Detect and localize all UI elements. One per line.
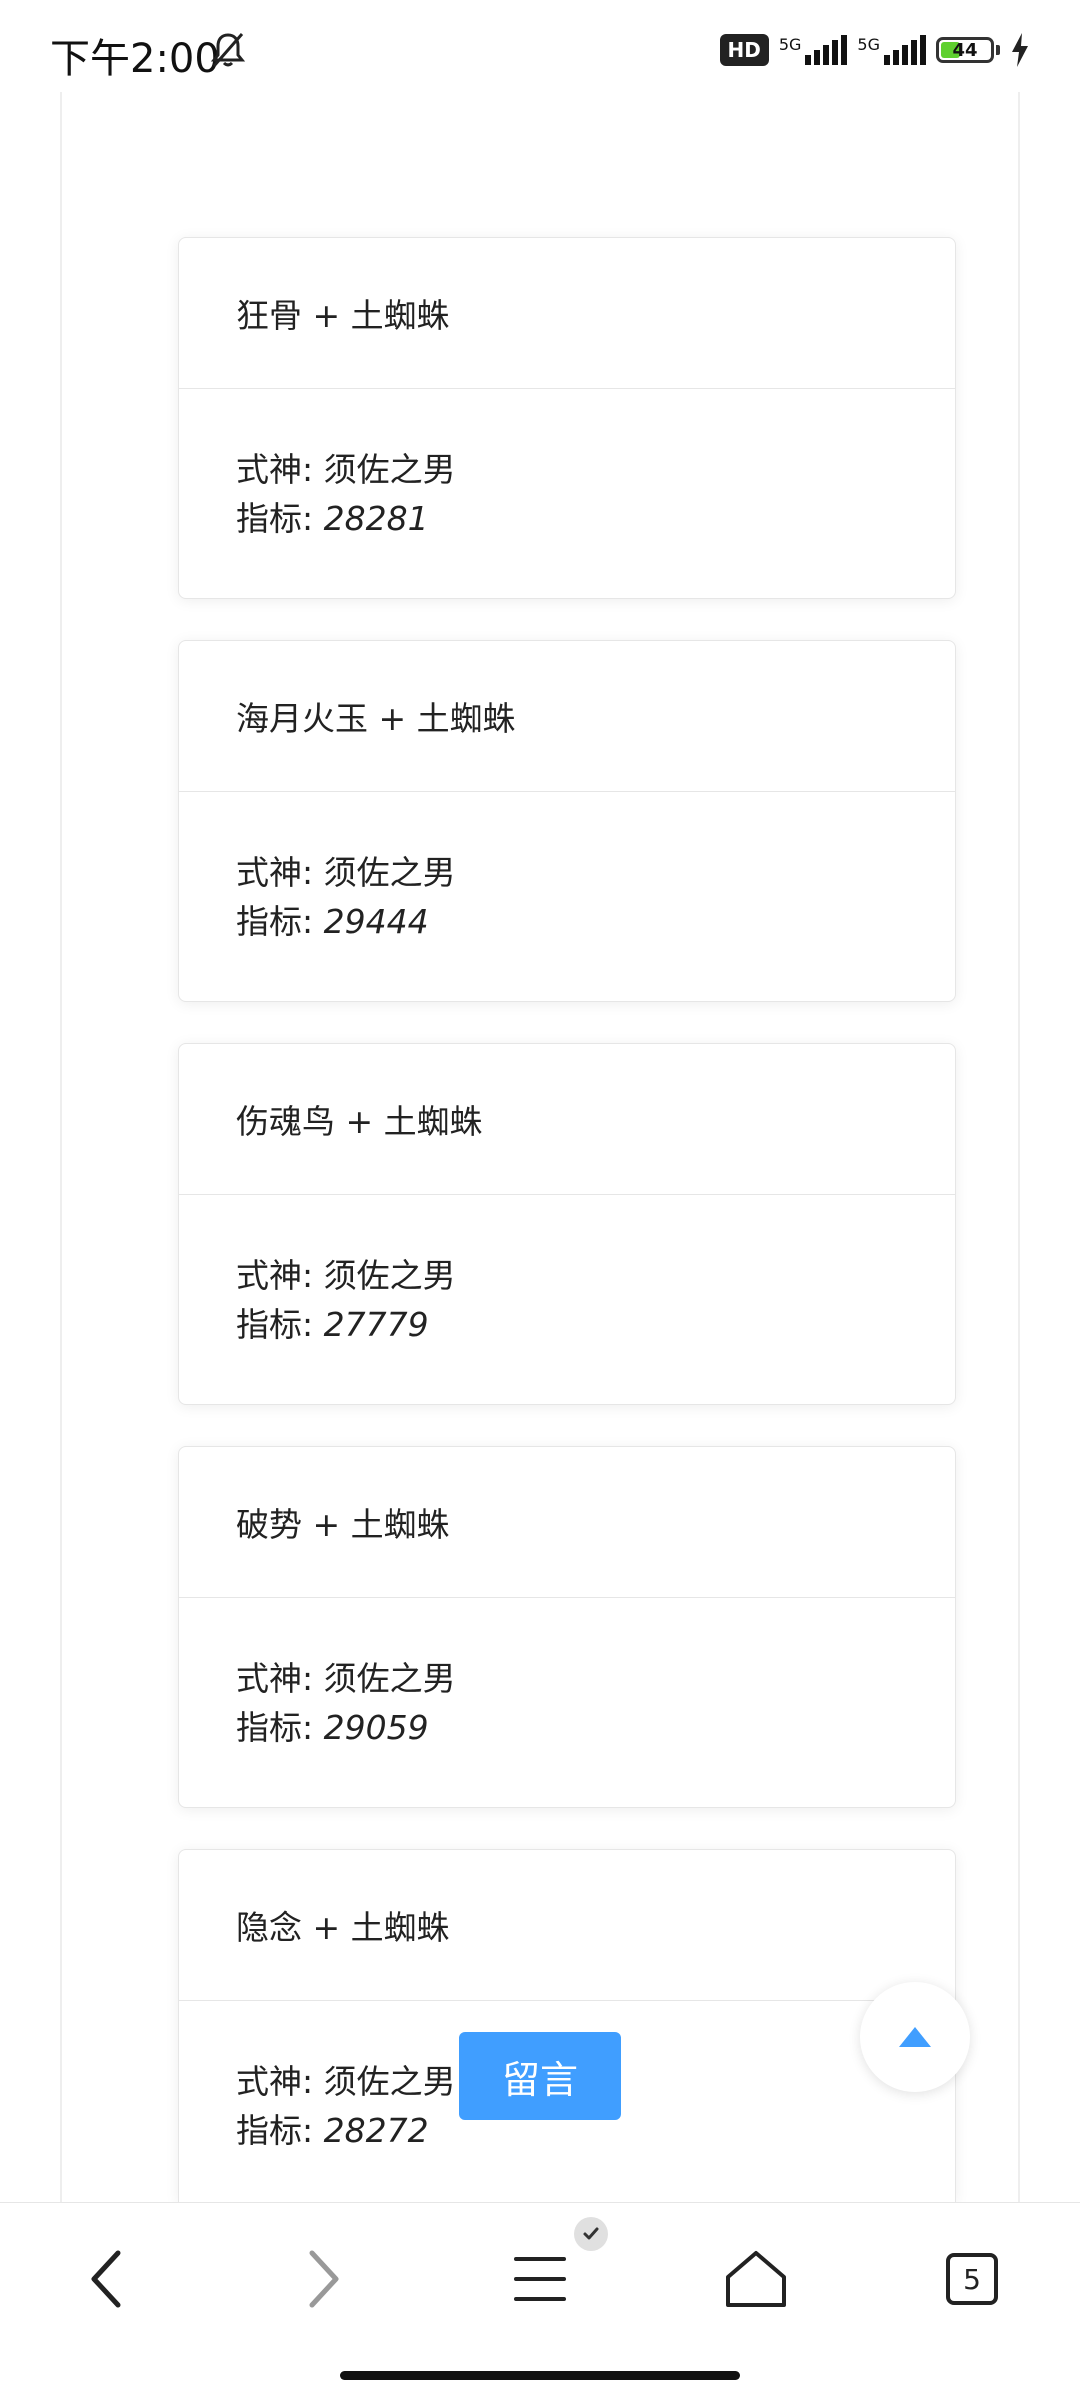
charging-bolt-icon — [1012, 33, 1028, 67]
back-button[interactable] — [66, 2239, 146, 2319]
shikigami-line: 式神: 须佐之男 — [236, 445, 955, 494]
metric-value: 29059 — [323, 1708, 429, 1747]
shikigami-value: 须佐之男 — [323, 1256, 456, 1295]
shikigami-value: 须佐之男 — [323, 1659, 456, 1698]
menu-icon — [514, 2257, 566, 2301]
shikigami-value: 须佐之男 — [323, 853, 456, 892]
back-to-top-button[interactable] — [860, 1982, 970, 2092]
chevron-right-icon — [309, 2250, 339, 2308]
bell-muted-icon — [210, 33, 246, 67]
metric-label: 指标: — [236, 2111, 324, 2150]
check-icon — [574, 2217, 608, 2251]
combo-card: 海月火玉 + 土蜘蛛 式神: 须佐之男 指标: 29444 — [178, 640, 956, 1002]
card-title: 隐念 + 土蜘蛛 — [179, 1850, 955, 2001]
shikigami-line: 式神: 须佐之男 — [236, 1251, 955, 1300]
combo-card: 狂骨 + 土蜘蛛 式神: 须佐之男 指标: 28281 — [178, 237, 956, 599]
tab-count: 5 — [946, 2253, 998, 2305]
shikigami-label: 式神: — [236, 1659, 324, 1698]
network-type-label: 5G — [857, 35, 880, 54]
shikigami-label: 式神: — [236, 450, 324, 489]
home-icon — [726, 2251, 786, 2307]
card-body: 式神: 须佐之男 指标: 29444 — [179, 792, 955, 946]
metric-value: 29444 — [323, 902, 429, 941]
metric-label: 指标: — [236, 1708, 324, 1747]
metric-line: 指标: 28281 — [236, 494, 955, 543]
card-body: 式神: 须佐之男 指标: 27779 — [179, 1195, 955, 1349]
battery-icon: 44 — [936, 37, 994, 63]
shikigami-line: 式神: 须佐之男 — [236, 848, 955, 897]
status-bar: 下午2:00 HD 5G 5G 44 — [0, 0, 1080, 92]
signal-bars-icon — [884, 35, 926, 65]
card-title: 海月火玉 + 土蜘蛛 — [179, 641, 955, 792]
metric-label: 指标: — [236, 902, 324, 941]
card-body: 式神: 须佐之男 指标: 28281 — [179, 389, 955, 543]
metric-value: 27779 — [323, 1305, 429, 1344]
combo-card: 隐念 + 土蜘蛛 式神: 须佐之男 指标: 28272 — [178, 1849, 956, 2202]
shikigami-label: 式神: — [236, 853, 324, 892]
home-indicator[interactable] — [340, 2371, 740, 2380]
shikigami-value: 须佐之男 — [323, 450, 456, 489]
tabs-button[interactable]: 5 — [932, 2239, 1012, 2319]
signal-2: 5G — [857, 35, 926, 65]
metric-line: 指标: 27779 — [236, 1300, 955, 1349]
card-title: 狂骨 + 土蜘蛛 — [179, 238, 955, 389]
battery-level: 44 — [952, 39, 978, 61]
menu-button[interactable] — [500, 2239, 580, 2319]
comment-button[interactable]: 留言 — [459, 2032, 621, 2120]
metric-label: 指标: — [236, 1305, 324, 1344]
card-title: 破势 + 土蜘蛛 — [179, 1447, 955, 1598]
signal-1: 5G — [779, 35, 848, 65]
shikigami-label: 式神: — [236, 1256, 324, 1295]
triangle-up-icon — [899, 2027, 931, 2047]
hd-badge: HD — [719, 34, 769, 66]
combo-card: 破势 + 土蜘蛛 式神: 须佐之男 指标: 29059 — [178, 1446, 956, 1808]
network-type-label: 5G — [778, 35, 802, 54]
card-title: 伤魂鸟 + 土蜘蛛 — [179, 1044, 955, 1195]
metric-value: 28281 — [323, 499, 429, 538]
shikigami-value: 须佐之男 — [323, 2062, 456, 2101]
home-button[interactable] — [716, 2239, 796, 2319]
shikigami-label: 式神: — [236, 2062, 324, 2101]
battery-tip — [996, 45, 1000, 55]
chevron-left-icon — [91, 2250, 121, 2308]
metric-label: 指标: — [236, 499, 324, 538]
status-time: 下午2:00 — [50, 36, 220, 82]
shikigami-line: 式神: 须佐之男 — [236, 1654, 955, 1703]
card-body: 式神: 须佐之男 指标: 29059 — [179, 1598, 955, 1752]
metric-line: 指标: 29444 — [236, 897, 955, 946]
metric-value: 28272 — [323, 2111, 429, 2150]
combo-card: 伤魂鸟 + 土蜘蛛 式神: 须佐之男 指标: 27779 — [178, 1043, 956, 1405]
signal-bars-icon — [805, 35, 848, 65]
metric-line: 指标: 29059 — [236, 1703, 955, 1752]
forward-button[interactable] — [284, 2239, 364, 2319]
